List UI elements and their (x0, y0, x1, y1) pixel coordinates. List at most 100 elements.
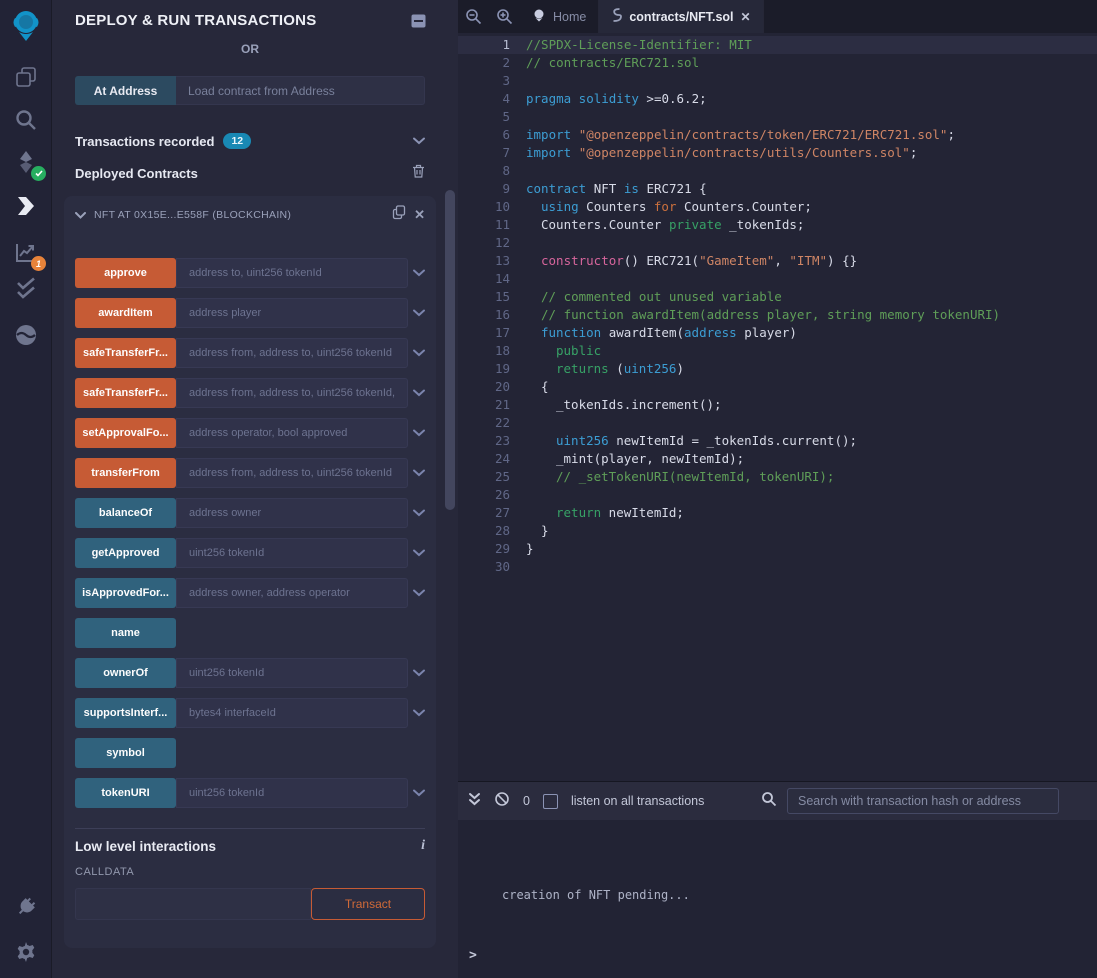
function-args-input[interactable] (176, 298, 408, 328)
chevron-down-icon[interactable] (408, 429, 425, 437)
listen-transactions-checkbox[interactable] (543, 794, 558, 809)
code-line-11[interactable]: 11Counters.Counter private _tokenIds; (458, 216, 1097, 234)
function-button-tokenuri[interactable]: tokenURI (75, 778, 176, 808)
code-line-18[interactable]: 18public (458, 342, 1097, 360)
chevron-down-icon[interactable] (408, 589, 425, 597)
chevron-down-icon[interactable] (408, 549, 425, 557)
terminal-prompt[interactable]: > (469, 948, 477, 963)
code-line-28[interactable]: 28} (458, 522, 1097, 540)
function-button-safetransferfr[interactable]: safeTransferFr... (75, 378, 176, 408)
code-line-22[interactable]: 22 (458, 414, 1097, 432)
function-args-input[interactable] (176, 458, 408, 488)
tab-home[interactable]: Home (520, 0, 599, 33)
close-icon[interactable]: ✕ (414, 207, 425, 223)
chevron-down-icon[interactable] (413, 132, 425, 150)
code-line-30[interactable]: 30 (458, 558, 1097, 576)
function-args-input[interactable] (176, 418, 408, 448)
sourcify-icon[interactable] (12, 321, 40, 349)
code-line-12[interactable]: 12 (458, 234, 1097, 252)
chevron-down-icon[interactable] (408, 469, 425, 477)
contract-instance-header[interactable]: NFT AT 0X15E...E558F (BLOCKCHAIN) ✕ (75, 204, 425, 226)
chevron-down-icon[interactable] (408, 509, 425, 517)
code-line-20[interactable]: 20{ (458, 378, 1097, 396)
function-button-awarditem[interactable]: awardItem (75, 298, 176, 328)
function-args-input[interactable] (176, 658, 408, 688)
code-line-16[interactable]: 16// function awardItem(address player, … (458, 306, 1097, 324)
code-editor[interactable]: 1//SPDX-License-Identifier: MIT2// contr… (458, 33, 1097, 781)
code-line-1[interactable]: 1//SPDX-License-Identifier: MIT (458, 36, 1097, 54)
function-button-transferfrom[interactable]: transferFrom (75, 458, 176, 488)
code-line-10[interactable]: 10using Counters for Counters.Counter; (458, 198, 1097, 216)
code-line-4[interactable]: 4pragma solidity >=0.6.2; (458, 90, 1097, 108)
function-args-input[interactable] (176, 538, 408, 568)
chevron-down-icon[interactable] (408, 349, 425, 357)
code-line-2[interactable]: 2// contracts/ERC721.sol (458, 54, 1097, 72)
terminal-search-input[interactable] (787, 788, 1059, 814)
chevron-down-icon[interactable] (408, 389, 425, 397)
code-line-13[interactable]: 13constructor() ERC721("GameItem", "ITM"… (458, 252, 1097, 270)
function-button-getapproved[interactable]: getApproved (75, 538, 176, 568)
code-line-29[interactable]: 29} (458, 540, 1097, 558)
function-button-isapprovedfor[interactable]: isApprovedFor... (75, 578, 176, 608)
tab-contracts-nft-sol[interactable]: contracts/NFT.sol✕ (599, 0, 763, 33)
code-line-8[interactable]: 8 (458, 162, 1097, 180)
panel-scrollbar[interactable] (445, 190, 455, 510)
journal-icon[interactable] (411, 14, 426, 33)
transactions-recorded-row[interactable]: Transactions recorded 12 (75, 132, 425, 150)
trash-icon[interactable] (412, 164, 425, 183)
clear-console-icon[interactable] (494, 791, 510, 812)
terminal-output[interactable]: creation of NFT pending... > (458, 820, 1097, 978)
function-args-input[interactable] (176, 378, 408, 408)
at-address-button[interactable]: At Address (75, 76, 176, 105)
function-args-input[interactable] (176, 498, 408, 528)
copy-icon[interactable] (392, 205, 406, 225)
function-args-input[interactable] (176, 698, 408, 728)
chevron-down-icon[interactable] (408, 669, 425, 677)
code-line-21[interactable]: 21_tokenIds.increment(); (458, 396, 1097, 414)
code-line-26[interactable]: 26 (458, 486, 1097, 504)
function-button-name[interactable]: name (75, 618, 176, 648)
plugin-manager-icon[interactable] (12, 893, 40, 921)
code-line-7[interactable]: 7import "@openzeppelin/contracts/utils/C… (458, 144, 1097, 162)
function-button-symbol[interactable]: symbol (75, 738, 176, 768)
analysis-icon[interactable]: 1 (12, 238, 40, 266)
function-args-input[interactable] (176, 778, 408, 808)
code-line-6[interactable]: 6import "@openzeppelin/contracts/token/E… (458, 126, 1097, 144)
function-args-input[interactable] (176, 578, 408, 608)
code-line-9[interactable]: 9contract NFT is ERC721 { (458, 180, 1097, 198)
solidity-compiler-icon[interactable] (12, 148, 40, 176)
deploy-run-icon[interactable] (12, 192, 40, 220)
code-line-23[interactable]: 23uint256 newItemId = _tokenIds.current(… (458, 432, 1097, 450)
zoom-out-icon[interactable] (458, 0, 489, 33)
calldata-input[interactable] (75, 888, 311, 920)
info-icon[interactable]: i (421, 838, 425, 854)
code-line-19[interactable]: 19returns (uint256) (458, 360, 1097, 378)
chevron-down-icon[interactable] (408, 709, 425, 717)
code-line-14[interactable]: 14 (458, 270, 1097, 288)
settings-icon[interactable] (12, 938, 40, 966)
chevron-down-icon[interactable] (408, 269, 425, 277)
remix-logo-icon[interactable] (10, 8, 42, 42)
code-line-27[interactable]: 27return newItemId; (458, 504, 1097, 522)
chevron-down-icon[interactable] (408, 789, 425, 797)
function-button-setapprovalfo[interactable]: setApprovalFo... (75, 418, 176, 448)
chevron-down-icon[interactable] (408, 309, 425, 317)
function-button-supportsinterf[interactable]: supportsInterf... (75, 698, 176, 728)
function-args-input[interactable] (176, 338, 408, 368)
file-explorer-icon[interactable] (12, 63, 40, 91)
collapse-terminal-icon[interactable] (468, 792, 481, 811)
search-icon[interactable] (12, 106, 40, 134)
code-line-17[interactable]: 17function awardItem(address player) (458, 324, 1097, 342)
chevron-down-icon[interactable] (75, 206, 86, 224)
code-line-25[interactable]: 25// _setTokenURI(newItemId, tokenURI); (458, 468, 1097, 486)
zoom-in-icon[interactable] (489, 0, 520, 33)
code-line-3[interactable]: 3 (458, 72, 1097, 90)
debugger-icon[interactable] (12, 274, 40, 302)
at-address-input[interactable] (176, 76, 425, 105)
code-line-5[interactable]: 5 (458, 108, 1097, 126)
function-button-safetransferfr[interactable]: safeTransferFr... (75, 338, 176, 368)
code-line-15[interactable]: 15// commented out unused variable (458, 288, 1097, 306)
transact-button[interactable]: Transact (311, 888, 425, 920)
code-line-24[interactable]: 24_mint(player, newItemId); (458, 450, 1097, 468)
function-button-balanceof[interactable]: balanceOf (75, 498, 176, 528)
